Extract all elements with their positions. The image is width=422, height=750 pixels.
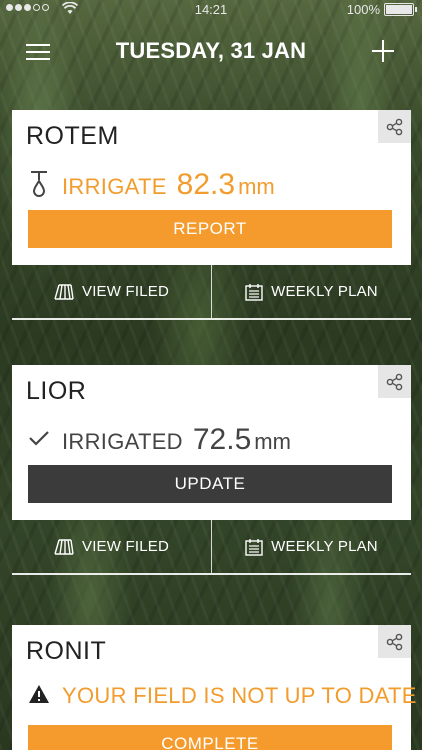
status-label: IRRIGATED — [62, 429, 183, 454]
calendar-icon — [245, 283, 263, 301]
view-field-button[interactable]: VIEW FILED — [12, 520, 211, 573]
field-name: ROTEM — [26, 122, 119, 150]
battery-percentage: 100% — [346, 2, 380, 17]
view-field-button[interactable]: VIEW FILED — [12, 265, 211, 318]
irrigation-unit: mm — [238, 174, 275, 199]
share-button[interactable] — [378, 625, 411, 658]
field-name: RONIT — [26, 637, 107, 665]
add-icon[interactable] — [372, 40, 394, 62]
update-button[interactable]: UPDATE — [28, 465, 392, 503]
irrigation-status: IRRIGATED 72.5 mm — [28, 423, 291, 457]
field-nav-lior: VIEW FILED WEEKLY PLAN — [12, 520, 411, 575]
share-button[interactable] — [378, 110, 411, 143]
status-label: YOUR FIELD IS NOT UP TO DATE — [62, 683, 417, 708]
share-icon — [386, 373, 402, 390]
field-rows-icon — [54, 538, 74, 555]
view-field-label: VIEW FILED — [81, 283, 169, 300]
complete-button[interactable]: COMPLETE — [28, 725, 392, 750]
share-button[interactable] — [378, 365, 411, 398]
irrigation-amount: 82.3 — [176, 168, 236, 201]
field-status: YOUR FIELD IS NOT UP TO DATE — [28, 683, 417, 709]
weekly-plan-label: WEEKLY PLAN — [271, 538, 378, 555]
view-field-label: VIEW FILED — [81, 538, 169, 555]
field-nav-rotem: VIEW FILED WEEKLY PLAN — [12, 265, 411, 320]
calendar-icon — [245, 538, 263, 556]
status-label: IRRIGATE — [62, 174, 167, 199]
field-card-lior: LIOR IRRIGATED 72.5 mm UPDATE — [12, 365, 411, 520]
page-title: TUESDAY, 31 JAN — [115, 38, 307, 63]
irrigation-unit: mm — [254, 429, 291, 454]
drip-icon — [28, 169, 54, 202]
battery-icon — [384, 3, 417, 16]
weekly-plan-button[interactable]: WEEKLY PLAN — [211, 265, 411, 318]
warning-icon — [28, 684, 54, 709]
status-bar: 14:21 100% — [0, 0, 422, 20]
field-rows-icon — [54, 283, 74, 300]
app-header: TUESDAY, 31 JAN — [0, 28, 422, 78]
check-icon — [28, 429, 54, 452]
field-name: LIOR — [26, 377, 87, 405]
report-button[interactable]: REPORT — [28, 210, 392, 248]
share-icon — [386, 118, 402, 135]
share-icon — [386, 633, 402, 650]
weekly-plan-button[interactable]: WEEKLY PLAN — [211, 520, 411, 573]
weekly-plan-label: WEEKLY PLAN — [271, 283, 378, 300]
irrigation-status: IRRIGATE 82.3 mm — [28, 168, 275, 202]
irrigation-amount: 72.5 — [192, 423, 252, 456]
field-card-ronit: RONIT YOUR FIELD IS NOT UP TO DATE COMPL… — [12, 625, 416, 750]
field-card-rotem: ROTEM IRRIGATE 82.3 mm REPORT — [12, 110, 411, 265]
